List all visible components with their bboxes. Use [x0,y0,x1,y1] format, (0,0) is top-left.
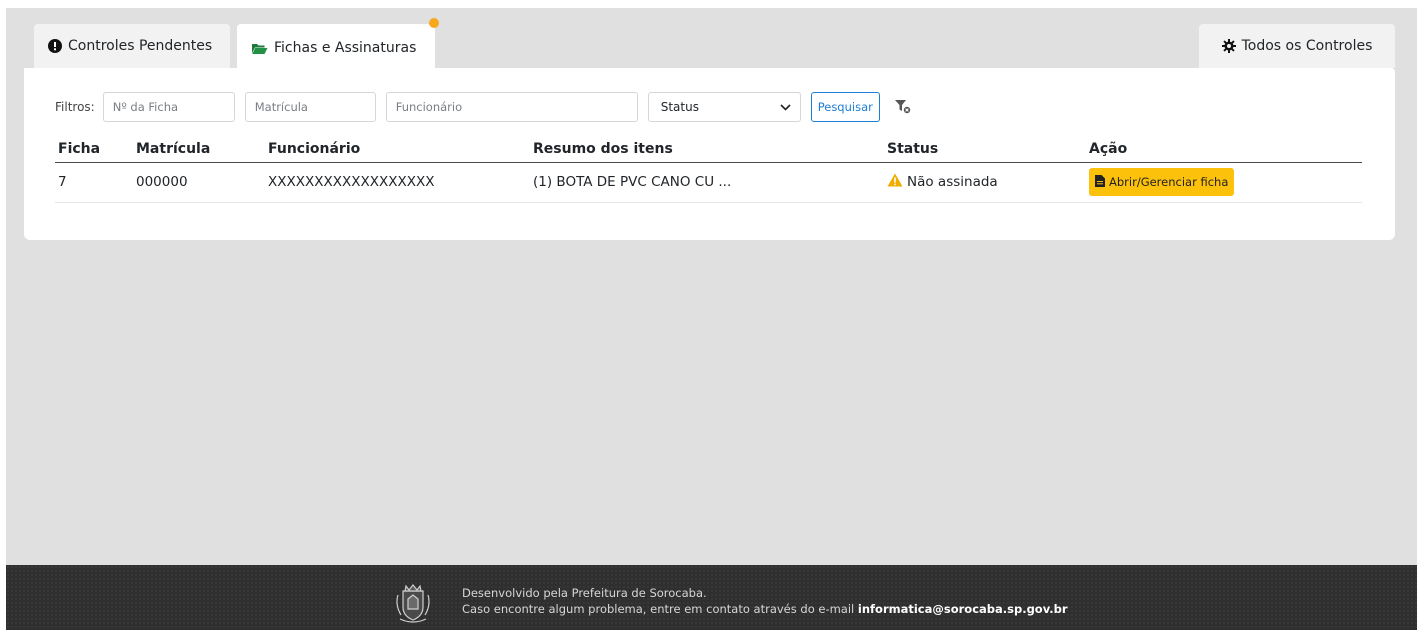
tab-label: Controles Pendentes [68,38,213,54]
funcionario-input[interactable] [385,92,638,122]
exclamation-circle-icon [48,39,62,53]
tab-label: Fichas e Assinaturas [274,40,417,56]
status-select-value: Status [660,100,699,114]
chevron-down-icon [780,100,791,114]
header-matricula[interactable]: Matrícula [133,138,265,163]
tab-todos-controles[interactable]: Todos os Controles [1199,24,1395,68]
tab-controles-pendentes[interactable]: Controles Pendentes [34,24,230,68]
footer-line-2: Caso encontre algum problema, entre em c… [462,601,1068,617]
filters-label: Filtros: [55,100,95,114]
cell-status: Não assinada [884,162,1086,203]
cell-resumo: (1) BOTA DE PVC CANO CU ... [530,162,884,203]
cell-ficha: 7 [55,162,133,203]
status-select[interactable]: Status [647,92,801,122]
folder-open-icon [251,42,268,55]
footer-email-link[interactable]: informatica@sorocaba.sp.gov.br [858,602,1068,616]
footer-contact-text: Caso encontre algum problema, entre em c… [462,602,855,616]
open-manage-form-label: Abrir/Gerenciar ficha [1109,175,1229,189]
warning-icon [887,173,903,191]
file-icon [1095,174,1105,190]
open-manage-form-button[interactable]: Abrir/Gerenciar ficha [1089,168,1235,196]
tab-label: Todos os Controles [1241,38,1373,54]
coat-of-arms-icon [394,583,432,629]
footer: Desenvolvido pela Prefeitura de Sorocaba… [6,565,1417,630]
footer-line-1: Desenvolvido pela Prefeitura de Sorocaba… [462,586,707,600]
cell-matricula: 000000 [133,162,265,203]
header-acao: Ação [1086,138,1362,163]
cell-funcionario: XXXXXXXXXXXXXXXXXX [265,162,530,203]
gear-icon [1221,39,1236,53]
forms-table: Ficha Matrícula Funcionário Resumo dos i… [55,138,1362,203]
search-button[interactable]: Pesquisar [810,92,880,122]
table-row: 7 000000 XXXXXXXXXXXXXXXXXX (1) BOTA DE … [55,162,1362,203]
notification-dot [429,18,439,28]
header-ficha[interactable]: Ficha [55,138,133,163]
cell-acao: Abrir/Gerenciar ficha [1086,162,1362,203]
filter-clear-icon[interactable] [890,94,916,120]
footer-text: Desenvolvido pela Prefeitura de Sorocaba… [462,585,1068,617]
app-container: Controles Pendentes Fichas e Assinaturas… [6,8,1417,630]
matricula-input[interactable] [244,92,376,122]
ficha-number-input[interactable] [102,92,235,122]
status-badge: Não assinada [887,173,998,191]
content-panel: Filtros: Status Pesquisar Fich [24,68,1395,240]
filter-bar: Filtros: Status Pesquisar [55,91,916,123]
header-funcionario[interactable]: Funcionário [265,138,530,163]
table-header-row: Ficha Matrícula Funcionário Resumo dos i… [55,138,1362,163]
tab-fichas-assinaturas[interactable]: Fichas e Assinaturas [237,18,439,72]
status-text: Não assinada [907,174,998,190]
header-resumo[interactable]: Resumo dos itens [530,138,884,163]
header-status[interactable]: Status [884,138,1086,163]
